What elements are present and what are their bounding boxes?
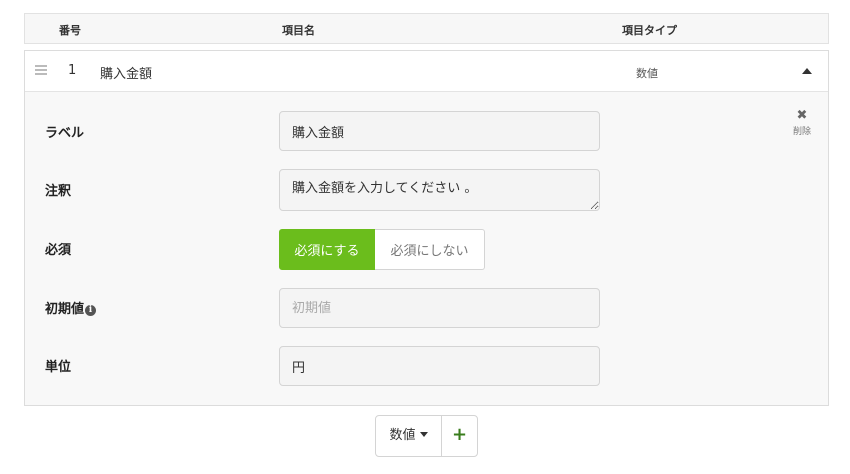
header-type: 項目タイプ <box>622 24 677 37</box>
initial-value-title-text: 初期値 <box>45 302 85 317</box>
item-type-dropdown[interactable]: 数値 <box>376 416 442 456</box>
header-name: 項目名 <box>282 24 315 37</box>
item-card: 1 購入金額 数値 ✖ 削除 ラベル 注釈 購入金額を入力してください 。 必須… <box>24 50 829 406</box>
delete-button[interactable]: ✖ 削除 <box>789 108 815 138</box>
initial-value-input[interactable] <box>279 288 600 328</box>
plus-icon[interactable]: + <box>442 416 477 456</box>
info-icon[interactable]: i <box>85 305 97 316</box>
item-card-body: ✖ 削除 ラベル 注釈 購入金額を入力してください 。 必須 必須にする 必須に… <box>25 92 828 405</box>
note-textarea[interactable]: 購入金額を入力してください 。 <box>279 169 600 211</box>
add-item-group: 数値 + <box>375 415 478 457</box>
table-header: 番号 項目名 項目タイプ <box>24 13 829 44</box>
required-off-button[interactable]: 必須にしない <box>375 229 485 270</box>
label-input[interactable] <box>279 111 600 151</box>
close-icon: ✖ <box>796 108 808 123</box>
required-toggle: 必須にする 必須にしない <box>279 229 485 270</box>
delete-label: 削除 <box>792 127 811 137</box>
drag-handle-icon[interactable] <box>35 65 47 76</box>
required-field-title: 必須 <box>45 243 72 258</box>
caret-down-icon <box>419 432 428 437</box>
unit-input[interactable] <box>279 346 600 386</box>
caret-up-icon[interactable] <box>796 62 818 80</box>
required-on-button[interactable]: 必須にする <box>279 229 375 270</box>
item-number: 1 <box>68 63 77 78</box>
label-field-title: ラベル <box>45 126 85 141</box>
item-type: 数値 <box>636 67 658 80</box>
item-card-header[interactable]: 1 購入金額 数値 <box>25 51 828 92</box>
initial-value-field-title: 初期値 i <box>45 298 97 317</box>
item-type-dropdown-label: 数値 <box>389 428 416 443</box>
item-name: 購入金額 <box>100 67 153 82</box>
note-field-title: 注釈 <box>45 184 72 199</box>
unit-field-title: 単位 <box>45 360 72 375</box>
header-number: 番号 <box>59 24 81 37</box>
